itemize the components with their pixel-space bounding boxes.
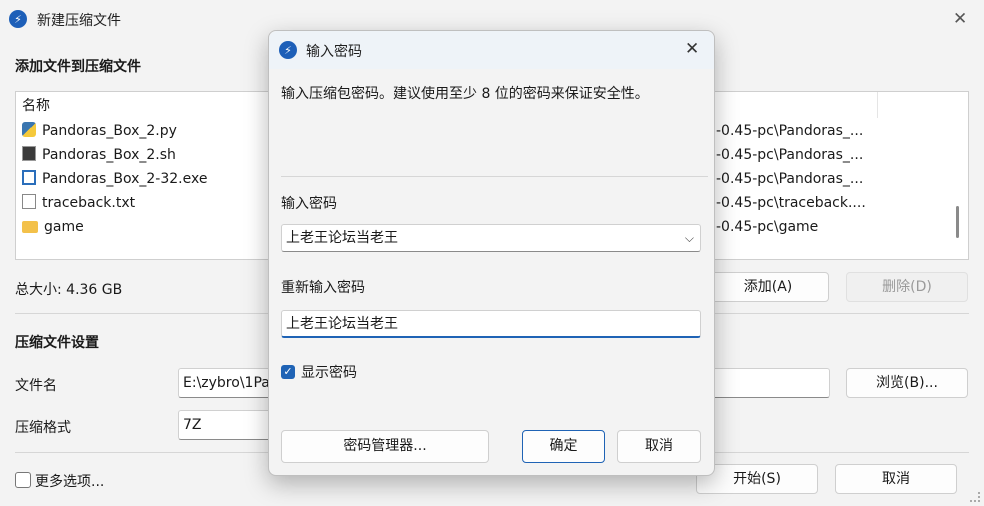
password-dialog: ⚡ 输入密码 ✕ 输入压缩包密码。建议使用至少 8 位的密码来保证安全性。 输入… bbox=[268, 30, 715, 476]
column-divider bbox=[877, 92, 878, 118]
list-item-label: Pandoras_Box_2.sh bbox=[42, 147, 176, 163]
password-label: 输入密码 bbox=[281, 196, 337, 212]
list-item-path: -0.45-pc\game bbox=[716, 219, 819, 235]
format-label: 压缩格式 bbox=[15, 420, 71, 436]
settings-heading: 压缩文件设置 bbox=[15, 335, 99, 351]
filename-label: 文件名 bbox=[15, 378, 57, 394]
resize-grip-icon bbox=[970, 492, 980, 502]
confirm-password-input[interactable]: 上老王论坛当老王 bbox=[281, 310, 701, 338]
folder-icon bbox=[22, 221, 38, 233]
text-file-icon bbox=[22, 194, 36, 209]
main-cancel-button[interactable]: 取消 bbox=[835, 464, 957, 494]
list-item-path: -0.45-pc\Pandoras_... bbox=[716, 123, 864, 139]
show-password-label[interactable]: 显示密码 bbox=[301, 362, 357, 382]
password-value: 上老王论坛当老王 bbox=[286, 230, 398, 246]
dialog-description: 输入压缩包密码。建议使用至少 8 位的密码来保证安全性。 bbox=[281, 86, 649, 102]
list-item[interactable]: game bbox=[22, 216, 84, 238]
delete-button[interactable]: 删除(D) bbox=[846, 272, 968, 302]
exe-file-icon bbox=[22, 170, 36, 185]
list-item[interactable]: Pandoras_Box_2.py bbox=[22, 120, 177, 142]
dialog-close-icon[interactable]: ✕ bbox=[685, 39, 699, 59]
add-button[interactable]: 添加(A) bbox=[707, 272, 829, 302]
python-file-icon bbox=[22, 122, 36, 137]
show-password-checkbox[interactable]: ✓ bbox=[281, 363, 295, 379]
window-close-icon[interactable]: ✕ bbox=[953, 9, 967, 29]
password-manager-button[interactable]: 密码管理器... bbox=[281, 430, 489, 463]
password-input[interactable]: 上老王论坛当老王 ⌵ bbox=[281, 224, 701, 252]
window-title: 新建压缩文件 bbox=[37, 13, 121, 29]
list-item-label: Pandoras_Box_2.py bbox=[42, 123, 177, 139]
list-item-path: -0.45-pc\Pandoras_... bbox=[716, 147, 864, 163]
list-item[interactable]: traceback.txt bbox=[22, 192, 135, 214]
dialog-titlebar: ⚡ 输入密码 ✕ bbox=[269, 31, 714, 69]
list-item-label: Pandoras_Box_2-32.exe bbox=[42, 171, 208, 187]
list-item-path: -0.45-pc\traceback.... bbox=[716, 195, 866, 211]
ok-button[interactable]: 确定 bbox=[522, 430, 605, 463]
more-options-checkbox[interactable] bbox=[15, 472, 31, 488]
list-item[interactable]: Pandoras_Box_2-32.exe bbox=[22, 168, 207, 190]
script-file-icon bbox=[22, 146, 36, 161]
files-heading: 添加文件到压缩文件 bbox=[15, 59, 141, 75]
dialog-cancel-button[interactable]: 取消 bbox=[617, 430, 701, 463]
dialog-logo-icon: ⚡ bbox=[279, 41, 297, 59]
total-size-label: 总大小: 4.36 GB bbox=[15, 282, 123, 298]
list-item-label: game bbox=[44, 219, 84, 235]
list-item-path: -0.45-pc\Pandoras_... bbox=[716, 171, 864, 187]
more-options-label[interactable]: 更多选项... bbox=[35, 471, 104, 491]
column-header-name[interactable]: 名称 bbox=[22, 95, 50, 117]
list-item[interactable]: Pandoras_Box_2.sh bbox=[22, 144, 176, 166]
app-logo-icon: ⚡ bbox=[9, 10, 27, 28]
chevron-down-icon[interactable]: ⌵ bbox=[685, 225, 694, 251]
list-item-label: traceback.txt bbox=[42, 195, 136, 211]
dialog-title: 输入密码 bbox=[306, 44, 362, 60]
list-scrollbar[interactable] bbox=[956, 206, 959, 238]
divider bbox=[281, 176, 708, 177]
confirm-password-label: 重新输入密码 bbox=[281, 280, 365, 296]
browse-button[interactable]: 浏览(B)... bbox=[846, 368, 968, 398]
